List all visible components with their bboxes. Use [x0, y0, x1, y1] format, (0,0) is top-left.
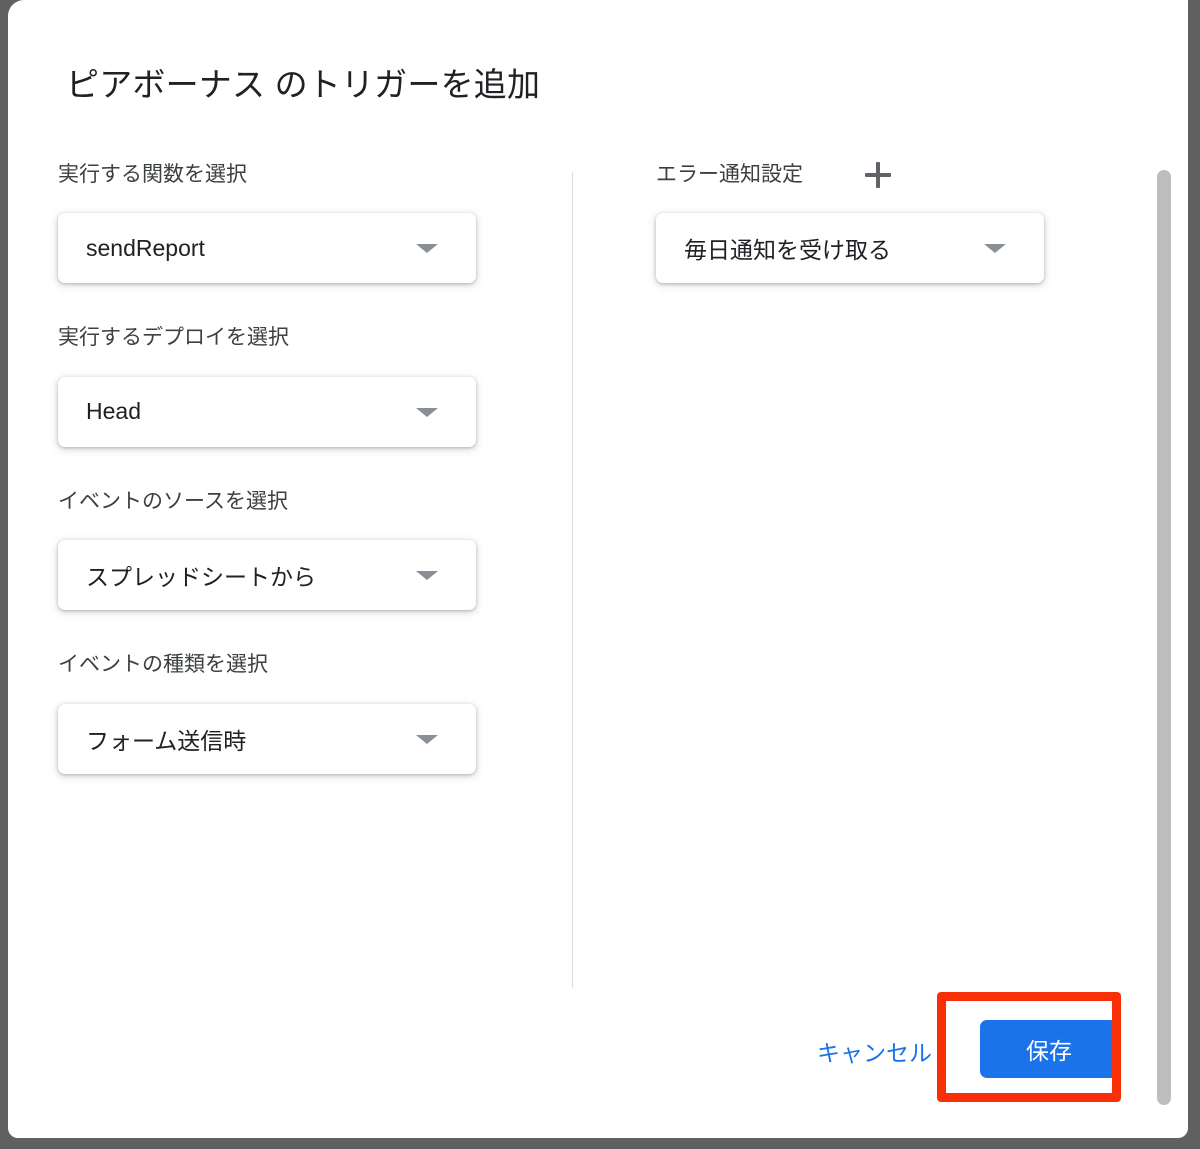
left-column: 実行する関数を選択 sendReport 実行するデプロイを選択 Head イベ…: [58, 160, 528, 814]
event-source-select-value: スプレッドシートから: [86, 564, 316, 591]
event-type-select-value: フォーム送信時: [86, 727, 247, 754]
deployment-select[interactable]: Head: [58, 376, 476, 447]
chevron-down-icon: [984, 236, 1008, 260]
function-select[interactable]: sendReport: [58, 213, 476, 284]
field-label-event-source: イベントのソースを選択: [58, 489, 288, 513]
event-type-select[interactable]: フォーム送信時: [58, 703, 476, 774]
dialog-footer: キャンセル 保存: [8, 1000, 1188, 1138]
window-frame: ピアボーナス のトリガーを追加 実行する関数を選択 sendReport 実行す…: [0, 0, 1200, 1149]
field-label-function: 実行する関数を選択: [58, 163, 247, 186]
page-title: ピアボーナス のトリガーを追加: [66, 66, 541, 103]
field-label-error-notification: エラー通知設定: [656, 163, 803, 186]
field-function: 実行する関数を選択 sendReport: [58, 160, 528, 284]
column-divider: [572, 172, 573, 988]
field-label-event-type: イベントの種類を選択: [58, 653, 268, 677]
field-event-source: イベントのソースを選択 スプレッドシートから: [58, 487, 528, 611]
error-notification-select-value: 毎日通知を受け取る: [684, 237, 891, 264]
error-notification-header: エラー通知設定: [656, 160, 1126, 189]
field-deployment: 実行するデプロイを選択 Head: [58, 323, 528, 447]
cancel-button[interactable]: キャンセル: [817, 1034, 932, 1068]
vertical-scrollbar-thumb[interactable]: [1157, 170, 1171, 1105]
chevron-down-icon: [416, 236, 440, 260]
plus-icon[interactable]: [865, 161, 891, 188]
event-source-select[interactable]: スプレッドシートから: [58, 540, 476, 611]
field-label-deployment: 実行するデプロイを選択: [58, 326, 289, 350]
field-event-type: イベントの種類を選択 フォーム送信時: [58, 650, 528, 774]
chevron-down-icon: [416, 563, 440, 587]
chevron-down-icon: [416, 727, 440, 751]
right-column: エラー通知設定 毎日通知を受け取る: [656, 160, 1126, 323]
add-trigger-dialog: ピアボーナス のトリガーを追加 実行する関数を選択 sendReport 実行す…: [8, 0, 1188, 1138]
deployment-select-value: Head: [86, 398, 141, 425]
dialog-body: 実行する関数を選択 sendReport 実行するデプロイを選択 Head イベ…: [8, 160, 1188, 1000]
function-select-value: sendReport: [86, 234, 205, 261]
chevron-down-icon: [416, 400, 440, 424]
error-notification-select[interactable]: 毎日通知を受け取る: [656, 213, 1044, 284]
field-error-notification: エラー通知設定 毎日通知を受け取る: [656, 160, 1126, 284]
save-button[interactable]: 保存: [980, 1020, 1118, 1078]
